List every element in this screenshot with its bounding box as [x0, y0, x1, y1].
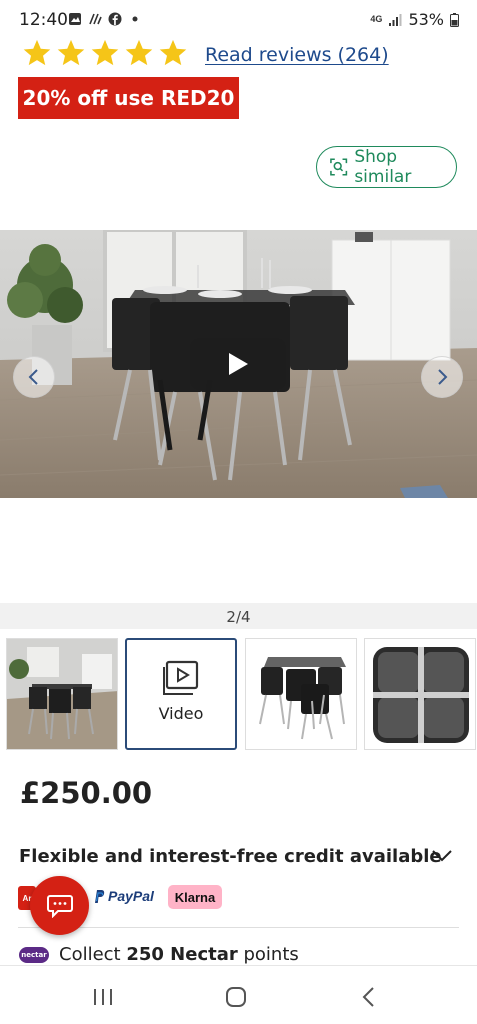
- divider: [18, 927, 459, 928]
- home-icon[interactable]: [224, 986, 248, 1008]
- notification-icons: [68, 12, 142, 26]
- status-bar: 12:40 4G 53%: [0, 0, 477, 40]
- battery-icon: [450, 12, 459, 27]
- paypal-icon: [95, 889, 105, 903]
- star-icon: [91, 39, 119, 66]
- status-time: 12:40: [19, 10, 68, 30]
- shop-similar-label: Shop similar: [354, 147, 412, 187]
- star-icon: [159, 39, 187, 66]
- thumbnail-top-view-photo: [365, 639, 475, 749]
- image-prev-button[interactable]: [13, 356, 55, 398]
- visual-search-icon: [330, 158, 348, 176]
- chat-icon: [46, 894, 73, 918]
- star-icon: [23, 39, 51, 66]
- facebook-icon: [108, 12, 122, 26]
- nectar-logo: nectar: [19, 946, 49, 963]
- product-price: £250.00: [20, 776, 153, 810]
- chevron-right-icon: [438, 369, 448, 385]
- recent-apps-icon[interactable]: [91, 986, 115, 1008]
- credit-heading[interactable]: Flexible and interest-free credit availa…: [19, 846, 442, 867]
- read-reviews-link[interactable]: Read reviews (264): [205, 44, 389, 66]
- thumbnail-1[interactable]: [6, 638, 118, 750]
- nectar-text: Collect 250 Nectar points: [59, 944, 299, 965]
- back-icon[interactable]: [358, 986, 382, 1008]
- thumbnail-room-photo: [7, 639, 117, 749]
- gallery-icon: [69, 13, 81, 25]
- video-icon: [163, 660, 199, 695]
- nectar-points-row: nectar Collect 250 Nectar points: [19, 944, 299, 965]
- thumbnail-4[interactable]: [364, 638, 476, 750]
- play-video-button[interactable]: [190, 338, 286, 390]
- chevron-left-icon: [28, 369, 38, 385]
- image-next-button[interactable]: [421, 356, 463, 398]
- dot-icon: [132, 16, 138, 22]
- signal-activity-icon: [89, 13, 102, 25]
- star-icon: [57, 39, 85, 66]
- signal-icon: [389, 13, 402, 26]
- promo-badge: 20% off use RED20: [18, 77, 239, 119]
- klarna-logo: Klarna: [168, 885, 222, 909]
- star-icon: [125, 39, 153, 66]
- system-icons: 4G 53%: [370, 10, 459, 29]
- thumbnail-product-photo: [246, 639, 356, 749]
- shop-similar-button[interactable]: Shop similar: [316, 146, 457, 188]
- thumbnail-video[interactable]: Video: [125, 638, 237, 750]
- thumbnail-3[interactable]: [245, 638, 357, 750]
- rating-stars[interactable]: [22, 38, 188, 68]
- paypal-label: PayPal: [108, 888, 154, 904]
- play-icon: [229, 353, 248, 375]
- chevron-down-icon[interactable]: [430, 846, 454, 866]
- paypal-logo: PayPal: [93, 888, 154, 904]
- star-group: [22, 38, 188, 68]
- nectar-points: 250 Nectar: [126, 944, 238, 965]
- nectar-suffix: points: [237, 944, 299, 965]
- nectar-prefix: Collect: [59, 944, 127, 965]
- chat-button[interactable]: [30, 876, 89, 935]
- system-nav-bar: [0, 965, 477, 1024]
- network-label: 4G: [370, 14, 383, 24]
- gallery-counter: 2/4: [226, 608, 251, 626]
- battery-percent: 53%: [408, 10, 444, 29]
- video-label: Video: [158, 704, 204, 723]
